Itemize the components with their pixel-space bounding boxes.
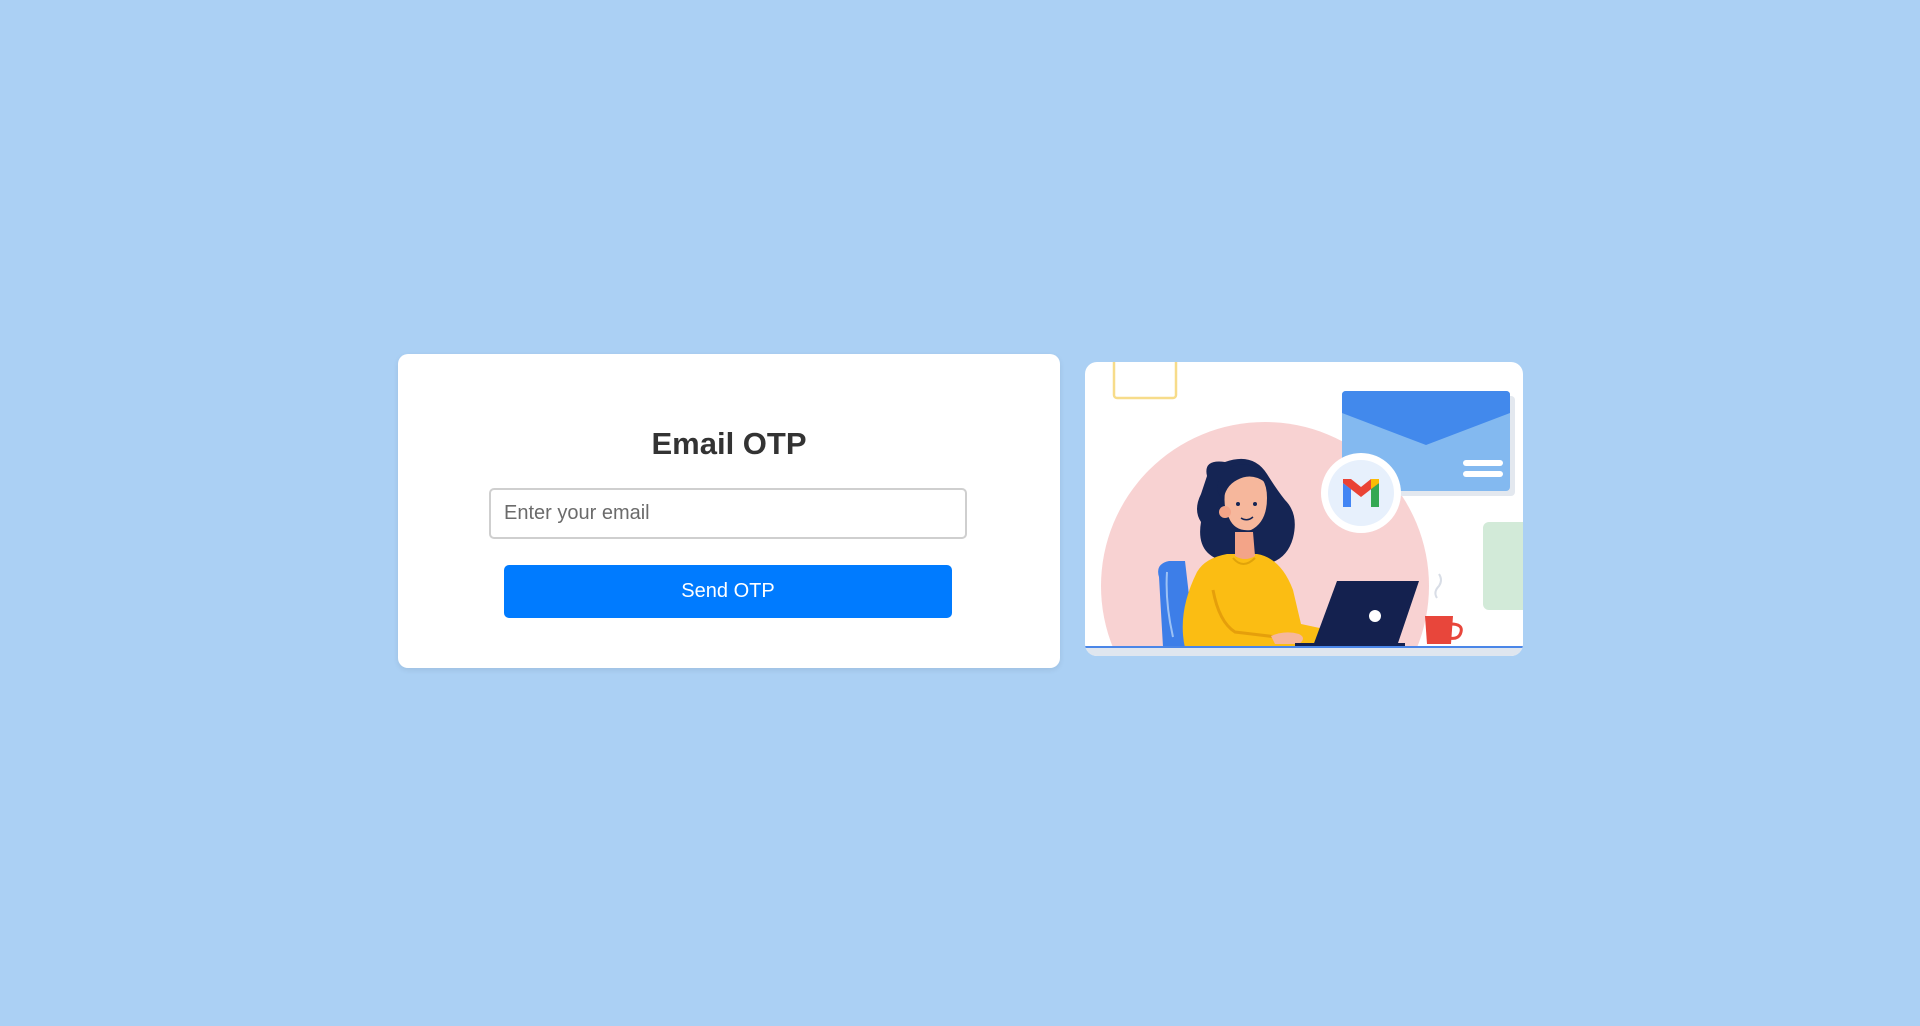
page: Email OTP Send OTP	[0, 0, 1920, 1026]
page-title: Email OTP	[651, 426, 807, 461]
illustration-svg	[1085, 362, 1523, 656]
email-input[interactable]	[489, 488, 967, 539]
frame-decoration	[1112, 362, 1178, 400]
email-illustration	[1085, 362, 1523, 656]
gmail-icon	[1321, 453, 1401, 533]
otp-form-card: Email OTP Send OTP	[398, 354, 1060, 668]
green-block-decoration	[1483, 522, 1523, 610]
coffee-cup-icon	[1425, 573, 1463, 644]
send-otp-button[interactable]: Send OTP	[504, 565, 952, 618]
